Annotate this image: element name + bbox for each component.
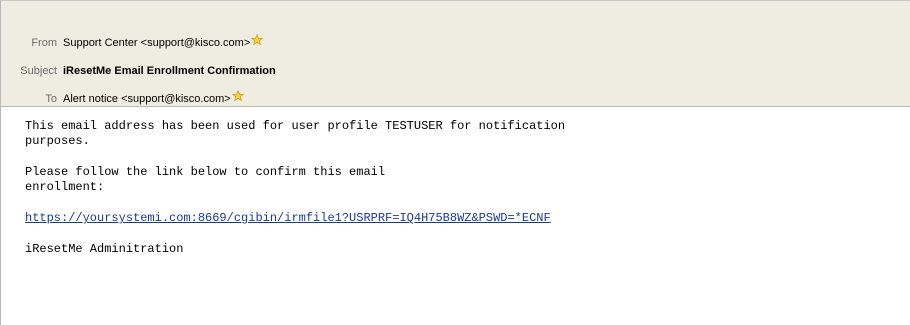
to-row: To Alert notice <support@kisco.com> [1,89,244,107]
body-text-line: enrollment: [25,180,105,194]
star-icon[interactable] [231,89,244,102]
to-label: To [45,93,57,105]
subject-label: Subject [20,65,57,77]
signature-text: iResetMe Adminitration [25,242,184,256]
email-viewer: From Support Center <support@kisco.com> … [0,0,910,325]
to-address[interactable]: Alert notice <support@kisco.com> [63,93,231,105]
from-label: From [31,37,57,49]
message-header: From Support Center <support@kisco.com> … [1,1,910,107]
body-text-line: This email address has been used for use… [25,119,566,133]
subject-row: Subject iResetMe Email Enrollment Confir… [1,63,276,79]
subject-text: iResetMe Email Enrollment Confirmation [63,65,276,77]
confirmation-link[interactable]: https://yoursystemi.com:8669/cgibin/irmf… [25,211,551,225]
from-address[interactable]: Support Center <support@kisco.com> [63,37,250,49]
from-row: From Support Center <support@kisco.com> [1,33,264,51]
message-body: This email address has been used for use… [1,107,910,257]
body-text-line: purposes. [25,134,90,148]
star-icon[interactable] [250,33,264,46]
body-text-line: Please follow the link below to confirm … [25,165,386,179]
